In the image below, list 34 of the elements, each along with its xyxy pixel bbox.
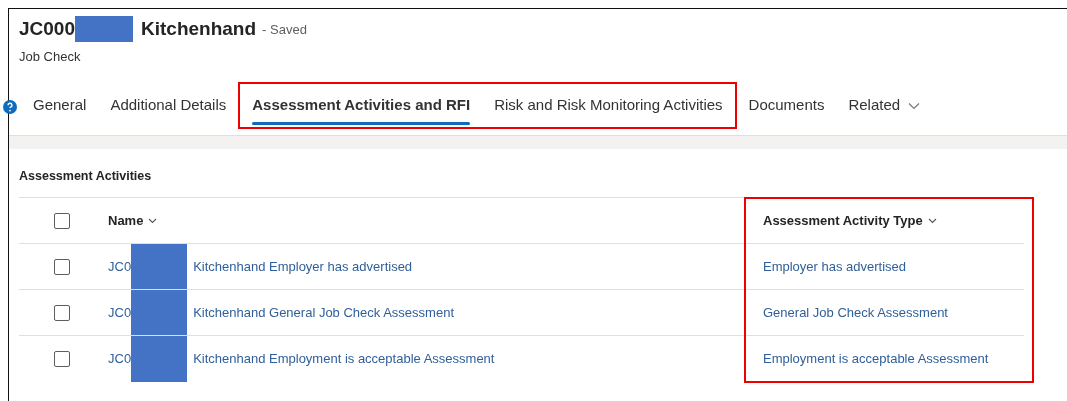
checkbox[interactable] (54, 258, 70, 275)
tab[interactable]: Assessment Activities and RFI (240, 84, 483, 127)
tab[interactable]: Documents (736, 82, 837, 129)
type-link[interactable]: Employment is acceptable Assessment (763, 349, 989, 369)
record-link[interactable]: Kitchenhand Employer has advertised (193, 257, 413, 277)
checkbox[interactable] (54, 350, 70, 367)
sort-caret-icon[interactable] (927, 217, 937, 224)
record-title: Kitchenhand (141, 17, 257, 41)
sort-caret-icon[interactable] (148, 217, 158, 224)
type-link[interactable]: Employer has advertised (763, 257, 907, 277)
column-header[interactable]: Assessment Activity Type (754, 197, 1024, 244)
column-header[interactable]: Name (99, 197, 754, 244)
record-link[interactable]: JC0 (108, 303, 132, 323)
record-type: Job Check (19, 47, 82, 66)
redaction-block (131, 243, 188, 290)
tab[interactable]: General (21, 82, 99, 129)
record-link[interactable]: JC0 (108, 257, 132, 277)
record-link[interactable]: Kitchenhand Employment is acceptable Assessment (193, 349, 495, 369)
record-link[interactable]: Kitchenhand General Job Check Assessment (193, 303, 454, 323)
redaction-block (131, 335, 188, 382)
tab[interactable]: Additional Details (98, 82, 239, 129)
checkbox[interactable] (54, 212, 70, 229)
checkbox[interactable] (54, 304, 70, 321)
help-icon[interactable] (3, 100, 17, 114)
tab[interactable]: Risk and Risk Monitoring Activities (482, 84, 735, 127)
caret-icon[interactable] (908, 102, 921, 111)
redaction-block (75, 16, 133, 43)
redaction-block (131, 289, 188, 336)
save-status: - Saved (262, 20, 307, 39)
section-title: Assessment Activities (19, 167, 153, 185)
record-link[interactable]: JC0 (108, 349, 132, 369)
record-title: JC000 (19, 17, 75, 41)
tab[interactable]: Related (836, 82, 933, 129)
type-link[interactable]: General Job Check Assessment (763, 303, 948, 323)
